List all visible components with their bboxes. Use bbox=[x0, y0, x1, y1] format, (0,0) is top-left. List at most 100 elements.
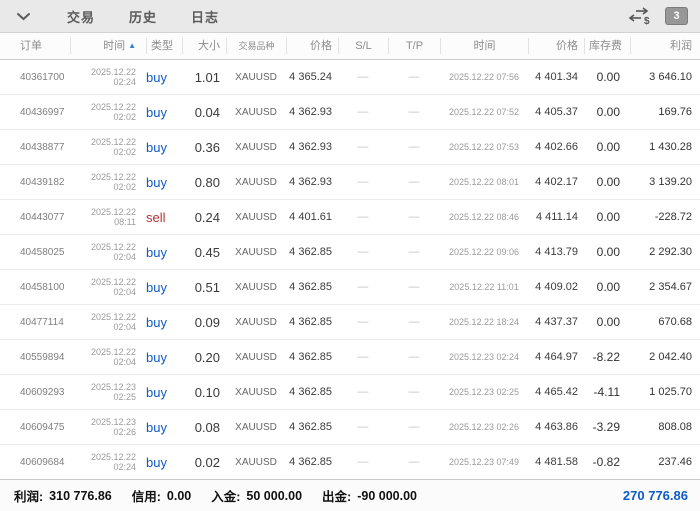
summary-withdrawal: 出金: -90 000.00 bbox=[322, 486, 417, 505]
header-order[interactable]: 订单 bbox=[18, 38, 70, 54]
table-row[interactable]: 40361700 2025.12.22 02:24 buy 1.01 XAUUS… bbox=[0, 60, 700, 95]
table-row[interactable]: 40438877 2025.12.22 02:02 buy 0.36 XAUUS… bbox=[0, 130, 700, 165]
header-close-price[interactable]: 价格 bbox=[528, 38, 584, 54]
cell-profit: 3 646.10 bbox=[649, 71, 692, 83]
table-header: 订单 时间 ▲ 类型 大小 交易品种 价格 S/L T/P 时间 价格 库存费 利… bbox=[0, 33, 700, 60]
chevron-down-icon[interactable] bbox=[10, 4, 36, 28]
cell-tp: — bbox=[408, 421, 420, 433]
cell-order: 40361700 bbox=[20, 71, 65, 83]
cell-order: 40609475 bbox=[20, 421, 65, 433]
table-row[interactable]: 40439182 2025.12.22 02:02 buy 0.80 XAUUS… bbox=[0, 165, 700, 200]
cell-symbol: XAUUSD bbox=[235, 281, 277, 293]
table-row[interactable]: 40436997 2025.12.22 02:02 buy 0.04 XAUUS… bbox=[0, 95, 700, 130]
table-row[interactable]: 40609684 2025.12.22 02:24 buy 0.02 XAUUS… bbox=[0, 445, 700, 480]
profit-value: 310 776.86 bbox=[49, 488, 112, 503]
cell-swap: 0.00 bbox=[596, 175, 620, 189]
cell-open-price: 4 362.85 bbox=[289, 351, 332, 363]
cell-sl: — bbox=[357, 211, 369, 223]
cell-symbol: XAUUSD bbox=[235, 421, 277, 433]
cell-tp: — bbox=[408, 176, 420, 188]
cell-open-time: 2025.12.22 02:02 bbox=[90, 102, 136, 122]
cell-close-time: 2025.12.22 07:52 bbox=[448, 107, 520, 117]
cell-tp: — bbox=[408, 246, 420, 258]
header-type[interactable]: 类型 bbox=[146, 38, 182, 54]
header-close-time[interactable]: 时间 bbox=[440, 38, 528, 54]
header-symbol[interactable]: 交易品种 bbox=[226, 38, 286, 54]
counter-badge[interactable]: 3 bbox=[665, 7, 688, 25]
cell-type: buy bbox=[146, 419, 167, 435]
cell-open-price: 4 362.85 bbox=[289, 421, 332, 433]
header-swap[interactable]: 库存费 bbox=[584, 38, 630, 54]
cell-profit: 3 139.20 bbox=[649, 176, 692, 188]
table-row[interactable]: 40609475 2025.12.23 02:26 buy 0.08 XAUUS… bbox=[0, 410, 700, 445]
cell-type: buy bbox=[146, 454, 167, 470]
cell-close-price: 4 481.58 bbox=[535, 456, 578, 468]
table-row[interactable]: 40458100 2025.12.22 02:04 buy 0.51 XAUUS… bbox=[0, 270, 700, 305]
cell-open-time: 2025.12.22 02:04 bbox=[90, 312, 136, 332]
cell-size: 0.80 bbox=[194, 174, 220, 190]
table-row[interactable]: 40458025 2025.12.22 02:04 buy 0.45 XAUUS… bbox=[0, 235, 700, 270]
cell-open-price: 4 362.93 bbox=[289, 106, 332, 118]
cell-symbol: XAUUSD bbox=[235, 246, 277, 258]
cell-symbol: XAUUSD bbox=[235, 141, 277, 153]
header-open-time-label: 时间 bbox=[103, 40, 126, 52]
cell-symbol: XAUUSD bbox=[235, 386, 277, 398]
cell-swap: 0.00 bbox=[596, 315, 620, 329]
header-tp[interactable]: T/P bbox=[388, 38, 440, 54]
cell-symbol: XAUUSD bbox=[235, 176, 277, 188]
credit-value: 0.00 bbox=[166, 488, 192, 503]
cell-sl: — bbox=[357, 71, 369, 83]
header-open-price[interactable]: 价格 bbox=[286, 38, 338, 54]
withdrawal-label: 出金: bbox=[322, 490, 352, 504]
cell-open-price: 4 365.24 bbox=[289, 71, 332, 83]
cell-close-price: 4 402.66 bbox=[535, 141, 578, 153]
cell-tp: — bbox=[408, 316, 420, 328]
sort-ascending-icon: ▲ bbox=[128, 41, 136, 50]
funds-transfer-icon[interactable]: $ bbox=[627, 6, 651, 26]
cell-type: buy bbox=[146, 174, 167, 190]
cell-close-price: 4 409.02 bbox=[535, 281, 578, 293]
cell-close-time: 2025.12.23 02:26 bbox=[448, 422, 520, 432]
cell-sl: — bbox=[357, 281, 369, 293]
tab-trade[interactable]: 交易 bbox=[50, 7, 112, 26]
table-row[interactable]: 40609293 2025.12.23 02:25 buy 0.10 XAUUS… bbox=[0, 375, 700, 410]
cell-swap: -3.29 bbox=[592, 420, 620, 434]
cell-type: buy bbox=[146, 139, 167, 155]
cell-order: 40458100 bbox=[20, 281, 65, 293]
credit-label: 信用: bbox=[131, 490, 161, 504]
header-size[interactable]: 大小 bbox=[182, 38, 226, 54]
cell-open-time: 2025.12.22 02:04 bbox=[90, 347, 136, 367]
cell-open-price: 4 362.85 bbox=[289, 456, 332, 468]
cell-swap: 0.00 bbox=[596, 245, 620, 259]
tab-history[interactable]: 历史 bbox=[112, 7, 174, 26]
cell-order: 40559894 bbox=[20, 351, 65, 363]
cell-type: sell bbox=[146, 209, 166, 225]
cell-size: 0.08 bbox=[194, 419, 220, 435]
table-row[interactable]: 40559894 2025.12.22 02:04 buy 0.20 XAUUS… bbox=[0, 340, 700, 375]
cell-close-time: 2025.12.23 02:24 bbox=[448, 352, 520, 362]
cell-tp: — bbox=[408, 106, 420, 118]
header-sl[interactable]: S/L bbox=[338, 38, 388, 54]
cell-open-price: 4 362.93 bbox=[289, 141, 332, 153]
table-row[interactable]: 40443077 2025.12.22 08:11 sell 0.24 XAUU… bbox=[0, 200, 700, 235]
table-row[interactable]: 40477114 2025.12.22 02:04 buy 0.09 XAUUS… bbox=[0, 305, 700, 340]
cell-order: 40458025 bbox=[20, 246, 65, 258]
cell-tp: — bbox=[408, 281, 420, 293]
cell-tp: — bbox=[408, 456, 420, 468]
cell-swap: -8.22 bbox=[592, 350, 620, 364]
cell-type: buy bbox=[146, 279, 167, 295]
cell-tp: — bbox=[408, 351, 420, 363]
cell-type: buy bbox=[146, 244, 167, 260]
cell-open-time: 2025.12.23 02:26 bbox=[90, 417, 136, 437]
cell-close-price: 4 402.17 bbox=[535, 176, 578, 188]
tab-journal[interactable]: 日志 bbox=[174, 7, 236, 26]
cell-sl: — bbox=[357, 386, 369, 398]
cell-type: buy bbox=[146, 104, 167, 120]
cell-size: 0.04 bbox=[194, 104, 220, 120]
cell-symbol: XAUUSD bbox=[235, 456, 277, 468]
header-open-time[interactable]: 时间 ▲ bbox=[70, 38, 146, 54]
cell-close-time: 2025.12.22 18:24 bbox=[448, 317, 520, 327]
header-profit[interactable]: 利润 bbox=[630, 38, 700, 54]
cell-close-time: 2025.12.22 07:56 bbox=[448, 72, 520, 82]
cell-close-time: 2025.12.22 08:01 bbox=[448, 177, 520, 187]
